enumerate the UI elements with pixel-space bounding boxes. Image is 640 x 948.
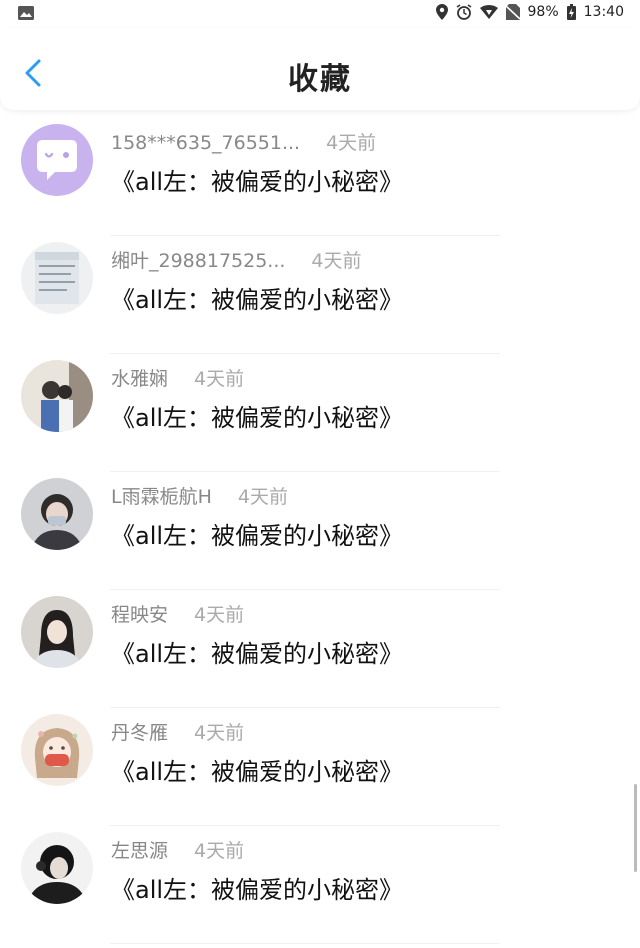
list-item[interactable]: L雨霖栀航H 4天前 《all左：被偏爱的小秘密》 [0, 472, 640, 590]
book-title[interactable]: 《all左：被偏爱的小秘密》 [111, 752, 403, 787]
book-title[interactable]: 《all左：被偏爱的小秘密》 [111, 516, 403, 551]
username[interactable]: 水雅娴 [111, 368, 168, 390]
list-item[interactable]: 158***635_76551... 4天前 《all左：被偏爱的小秘密》 [0, 118, 640, 236]
username[interactable]: 丹冬雁 [111, 722, 168, 744]
clock: 13:40 [583, 4, 624, 20]
username[interactable]: L雨霖栀航H [111, 486, 212, 508]
timestamp: 4天前 [326, 132, 377, 154]
avatar[interactable] [21, 596, 93, 668]
avatar[interactable] [21, 124, 93, 196]
list-item[interactable]: 水雅娴 4天前 《all左：被偏爱的小秘密》 [0, 354, 640, 472]
book-title[interactable]: 《all左：被偏爱的小秘密》 [111, 398, 403, 433]
photo-avatar-icon [21, 360, 93, 432]
avatar[interactable] [21, 478, 93, 550]
username[interactable]: 程映安 [111, 604, 168, 626]
list-item[interactable]: 丹冬雁 4天前 《all左：被偏爱的小秘密》 [0, 708, 640, 826]
battery-percent: 98% [527, 4, 559, 20]
username[interactable]: 缃叶_298817525... [111, 250, 285, 272]
chat-bubble-avatar-icon [21, 124, 93, 196]
list-item[interactable]: 缃叶_298817525... 4天前 《all左：被偏爱的小秘密》 [0, 236, 640, 354]
username[interactable]: 左思源 [111, 840, 168, 862]
battery-charging-icon [566, 4, 576, 20]
divider [110, 943, 500, 944]
book-title[interactable]: 《all左：被偏爱的小秘密》 [111, 280, 403, 315]
location-icon [435, 4, 448, 20]
book-title[interactable]: 《all左：被偏爱的小秘密》 [111, 162, 403, 197]
avatar[interactable] [21, 242, 93, 314]
wifi-icon [479, 5, 498, 19]
timestamp: 4天前 [194, 604, 245, 626]
text-image-avatar-icon [21, 242, 93, 314]
timestamp: 4天前 [311, 250, 362, 272]
photo-avatar-icon [21, 596, 93, 668]
timestamp: 4天前 [194, 368, 245, 390]
favorites-list: 158***635_76551... 4天前 《all左：被偏爱的小秘密》 缃叶_… [0, 118, 640, 944]
book-title[interactable]: 《all左：被偏爱的小秘密》 [111, 870, 403, 905]
scrollbar[interactable] [634, 784, 637, 872]
username[interactable]: 158***635_76551... [111, 132, 300, 154]
image-notification-icon [18, 6, 34, 20]
book-title[interactable]: 《all左：被偏爱的小秘密》 [111, 634, 403, 669]
alarm-icon [456, 4, 471, 20]
timestamp: 4天前 [194, 840, 245, 862]
list-item[interactable]: 左思源 4天前 《all左：被偏爱的小秘密》 [0, 826, 640, 944]
avatar[interactable] [21, 714, 93, 786]
list-item[interactable]: 程映安 4天前 《all左：被偏爱的小秘密》 [0, 590, 640, 708]
photo-avatar-icon [21, 478, 93, 550]
avatar[interactable] [21, 832, 93, 904]
status-bar: 98% 13:40 [0, 0, 640, 28]
no-sim-icon [505, 4, 520, 20]
avatar[interactable] [21, 360, 93, 432]
photo-avatar-icon [21, 832, 93, 904]
timestamp: 4天前 [194, 722, 245, 744]
timestamp: 4天前 [237, 486, 288, 508]
app-header: 收藏 [0, 28, 640, 110]
page-title: 收藏 [288, 62, 352, 97]
illustration-avatar-icon [21, 714, 93, 786]
